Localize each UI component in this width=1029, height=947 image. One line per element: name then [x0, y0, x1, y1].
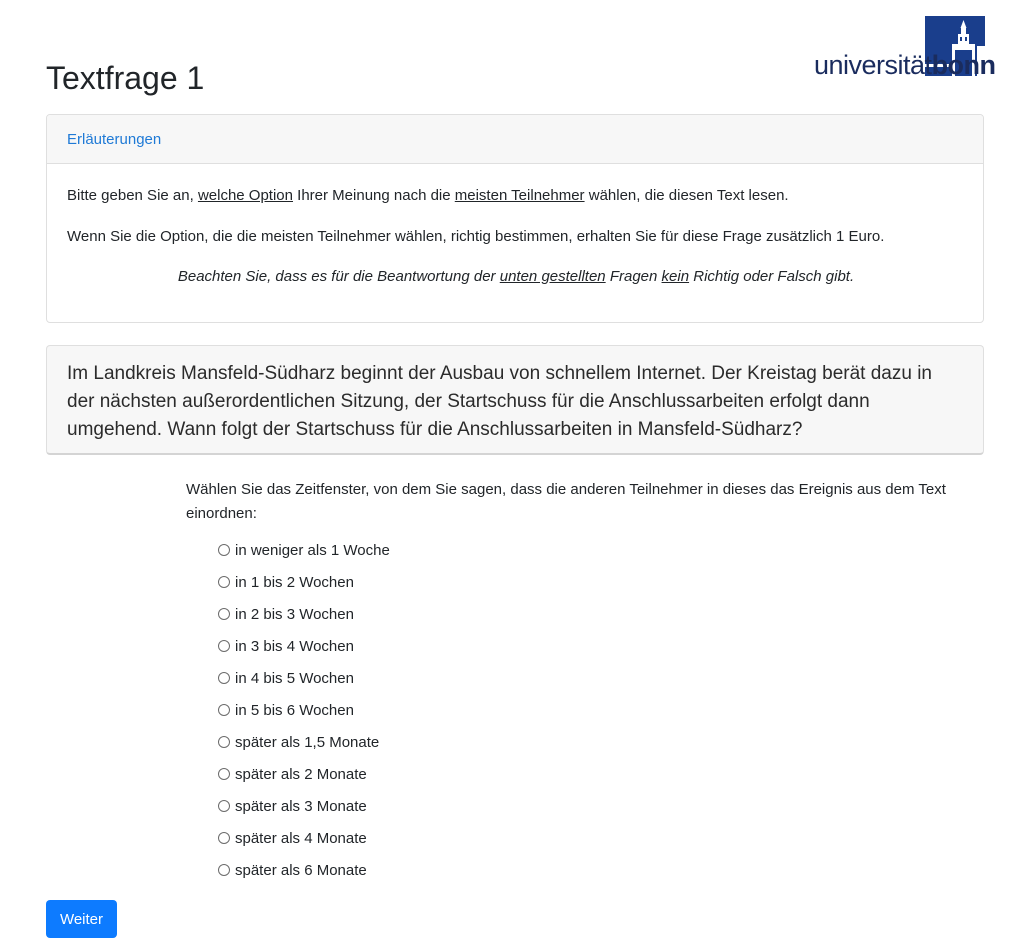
- university-logo: universitätbonn: [812, 14, 996, 80]
- radio-button[interactable]: [218, 768, 230, 780]
- page-title: Textfrage 1: [46, 60, 205, 96]
- option-label: in 3 bis 4 Wochen: [235, 637, 354, 655]
- option-label: in 5 bis 6 Wochen: [235, 701, 354, 719]
- radio-button[interactable]: [218, 832, 230, 844]
- p3-emphasis-no: kein: [661, 268, 690, 285]
- answer-option[interactable]: später als 6 Monate: [218, 854, 390, 886]
- university-wordmark: universitätbonn: [814, 50, 996, 80]
- option-label: in 1 bis 2 Wochen: [235, 573, 354, 591]
- next-button[interactable]: Weiter: [46, 900, 117, 938]
- answer-option[interactable]: später als 4 Monate: [218, 822, 390, 854]
- explanation-paragraph-1: Bitte geben Sie an, welche Option Ihrer …: [67, 187, 789, 204]
- radio-button[interactable]: [218, 544, 230, 556]
- answer-option[interactable]: in weniger als 1 Woche: [218, 534, 390, 566]
- p1-emphasis-participants: meisten Teilnehmer: [454, 187, 585, 204]
- answer-option[interactable]: in 4 bis 5 Wochen: [218, 662, 390, 694]
- explanation-card: Erläuterungen Bitte geben Sie an, welche…: [46, 114, 984, 323]
- question-text: Im Landkreis Mansfeld-Südharz beginnt de…: [46, 345, 984, 455]
- explanation-paragraph-2: Wenn Sie die Option, die die meisten Tei…: [67, 228, 885, 245]
- option-label: später als 2 Monate: [235, 765, 367, 783]
- p3-text-e: Richtig oder Falsch gibt.: [689, 268, 855, 285]
- radio-button[interactable]: [218, 864, 230, 876]
- option-label: später als 6 Monate: [235, 861, 367, 879]
- answer-option[interactable]: später als 3 Monate: [218, 790, 390, 822]
- radio-button[interactable]: [218, 704, 230, 716]
- p3-text-a: Beachten Sie, dass es für die Beantwortu…: [177, 268, 500, 285]
- radio-button[interactable]: [218, 640, 230, 652]
- radio-button[interactable]: [218, 672, 230, 684]
- option-label: in weniger als 1 Woche: [235, 541, 390, 559]
- answer-option[interactable]: in 3 bis 4 Wochen: [218, 630, 390, 662]
- p3-emphasis-below: unten gestellten: [499, 268, 606, 285]
- option-label: später als 3 Monate: [235, 797, 367, 815]
- answer-option[interactable]: später als 2 Monate: [218, 758, 390, 790]
- explanation-toggle-link[interactable]: Erläuterungen: [67, 131, 161, 148]
- option-label: in 4 bis 5 Wochen: [235, 669, 354, 687]
- option-label: später als 4 Monate: [235, 829, 367, 847]
- answer-option[interactable]: später als 1,5 Monate: [218, 726, 390, 758]
- wordmark-bold: bonn: [931, 50, 996, 80]
- answer-option[interactable]: in 1 bis 2 Wochen: [218, 566, 390, 598]
- answer-instruction: Wählen Sie das Zeitfenster, von dem Sie …: [186, 481, 946, 522]
- answer-option[interactable]: in 2 bis 3 Wochen: [218, 598, 390, 630]
- wordmark-regular: universität: [814, 50, 932, 80]
- p1-text-c: Ihrer Meinung nach die: [293, 187, 455, 204]
- answer-option[interactable]: in 5 bis 6 Wochen: [218, 694, 390, 726]
- radio-button[interactable]: [218, 736, 230, 748]
- answer-options: in weniger als 1 Woche in 1 bis 2 Wochen…: [218, 534, 390, 886]
- radio-button[interactable]: [218, 800, 230, 812]
- option-label: in 2 bis 3 Wochen: [235, 605, 354, 623]
- option-label: später als 1,5 Monate: [235, 733, 380, 751]
- radio-button[interactable]: [218, 608, 230, 620]
- p1-text-e: wählen, die diesen Text lesen.: [584, 187, 789, 204]
- p1-text-a: Bitte geben Sie an,: [67, 187, 198, 204]
- explanation-paragraph-3: Beachten Sie, dass es für die Beantwortu…: [47, 268, 985, 285]
- explanation-card-header: Erläuterungen: [47, 115, 983, 164]
- radio-button[interactable]: [218, 576, 230, 588]
- p1-emphasis-option: welche Option: [197, 187, 293, 204]
- p3-text-c: Fragen: [605, 268, 662, 285]
